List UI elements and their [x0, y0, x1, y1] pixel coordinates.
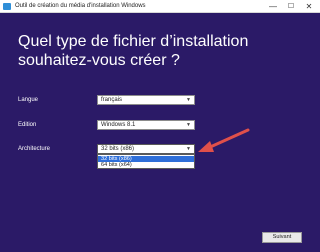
langue-label: Langue [18, 97, 39, 103]
architecture-value: 32 bits (x86) [101, 146, 135, 152]
langue-value: français [101, 97, 123, 103]
architecture-dropdown-list: 32 bits (x86) 64 bits (x64) [97, 154, 195, 169]
langue-select[interactable]: français ▼ [97, 95, 195, 105]
architecture-option-64bit[interactable]: 64 bits (x64) [98, 162, 194, 168]
edition-select[interactable]: Windows 8.1 ▼ [97, 120, 195, 130]
minimize-button[interactable]: — [264, 0, 282, 13]
chevron-down-icon: ▼ [186, 97, 191, 103]
close-button[interactable]: ✕ [300, 0, 318, 13]
chevron-down-icon: ▼ [186, 146, 191, 152]
app-icon [3, 3, 11, 10]
maximize-button[interactable]: ☐ [282, 0, 300, 13]
edition-label: Edition [18, 122, 37, 128]
edition-value: Windows 8.1 [101, 122, 136, 128]
red-arrow-annotation [198, 128, 250, 152]
next-button[interactable]: Suivant [262, 232, 302, 243]
architecture-label: Architecture [18, 146, 51, 152]
chevron-down-icon: ▼ [186, 122, 191, 128]
window-title: Outil de création du média d'installatio… [15, 3, 146, 9]
installer-window: Outil de création du média d'installatio… [0, 0, 320, 252]
architecture-select[interactable]: 32 bits (x86) ▼ [97, 144, 195, 154]
page-heading: Quel type de fichier d’installation souh… [18, 33, 249, 69]
title-bar: Outil de création du média d'installatio… [0, 0, 320, 13]
